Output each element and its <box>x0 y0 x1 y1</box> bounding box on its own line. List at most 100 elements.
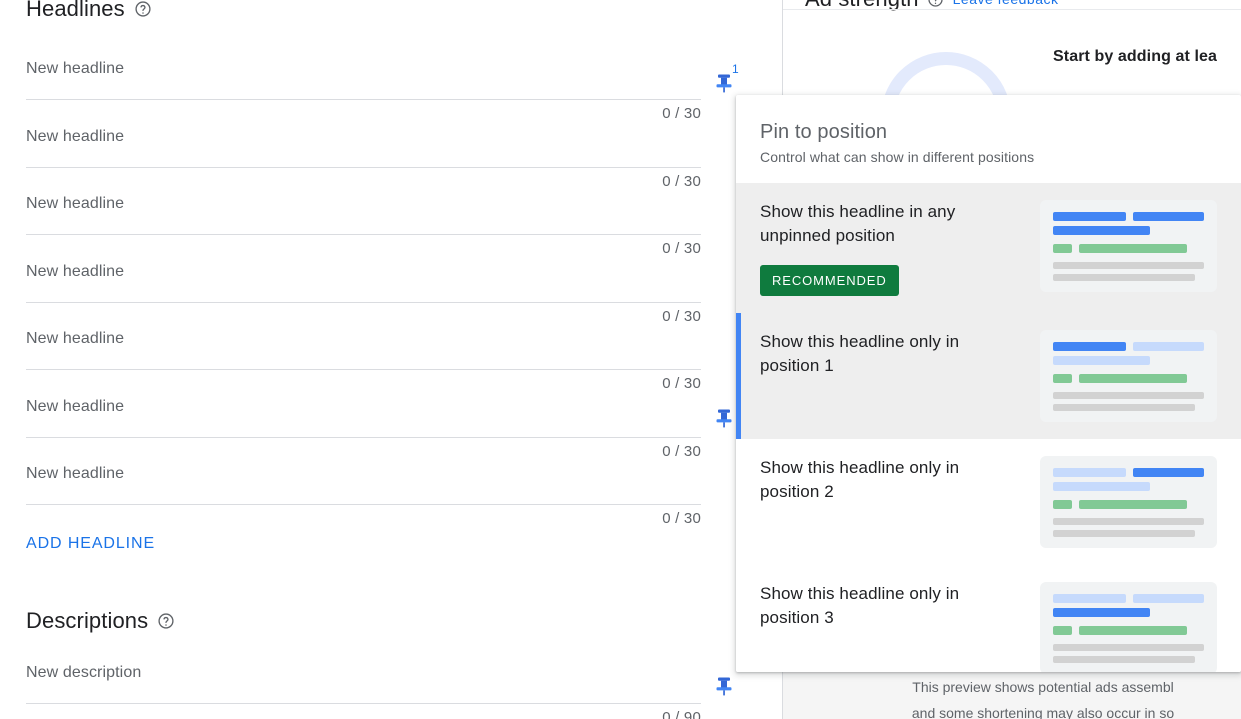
thumb-bar <box>1053 404 1195 411</box>
thumb-desc-row-1 <box>1053 644 1204 651</box>
thumb-bar <box>1133 594 1204 603</box>
help-circle-icon[interactable] <box>927 0 945 8</box>
headline-field-4[interactable]: New headline <box>26 263 701 281</box>
thumb-bar <box>1079 626 1187 635</box>
thumb-headline-row-2 <box>1053 608 1204 617</box>
field-underline <box>26 369 701 370</box>
thumb-bar <box>1079 500 1187 509</box>
descriptions-title: Descriptions <box>26 608 148 634</box>
help-circle-icon[interactable] <box>134 0 152 18</box>
headline-placeholder: New headline <box>26 60 701 78</box>
headline-field-3[interactable]: New headline <box>26 195 701 213</box>
headline-field-6[interactable]: New headline <box>26 398 701 416</box>
menu-item-unpinned[interactable]: Show this headline in any unpinned posit… <box>736 183 1241 313</box>
thumb-desc-row-2 <box>1053 404 1204 411</box>
thumb-desc-row-1 <box>1053 262 1204 269</box>
thumb-headline-row-2 <box>1053 482 1204 491</box>
ad-strength-header: Ad strength Leave feedback <box>805 0 1058 12</box>
field-underline <box>26 437 701 438</box>
field-underline <box>26 99 701 100</box>
thumb-bar <box>1053 392 1204 399</box>
headline-counter-7: 0 / 30 <box>621 510 701 527</box>
field-underline <box>26 703 701 704</box>
thumb-desc-row-1 <box>1053 392 1204 399</box>
headline-placeholder: New headline <box>26 398 701 416</box>
thumb-url-row <box>1053 244 1204 253</box>
pin-menu-title: Pin to position <box>760 121 1217 144</box>
thumb-bar <box>1053 608 1150 617</box>
headline-field-5[interactable]: New headline <box>26 330 701 348</box>
ad-layout-thumbnail-position-3 <box>1040 582 1217 672</box>
thumb-bar <box>1053 374 1072 383</box>
description-counter-1: 0 / 90 <box>621 709 701 719</box>
thumb-bar <box>1133 212 1204 221</box>
menu-item-position-1[interactable]: Show this headline only in position 1 <box>736 313 1241 439</box>
menu-item-label: Show this headline only in position 2 <box>760 456 1000 504</box>
thumb-desc-row-2 <box>1053 656 1204 663</box>
thumb-url-row <box>1053 500 1204 509</box>
app-root: Headlines New headline 0 / 30 New headli… <box>0 0 1241 719</box>
preview-disclaimer: This preview shows potential ads assembl… <box>783 664 1241 719</box>
pin-icon-headline-1[interactable]: 1 <box>714 72 734 94</box>
menu-item-label: Show this headline in any unpinned posit… <box>760 200 1000 248</box>
headline-field-1[interactable]: New headline <box>26 60 701 78</box>
thumb-desc-row-1 <box>1053 518 1204 525</box>
headline-counter-6: 0 / 30 <box>621 443 701 460</box>
preview-disclaimer-line-2: and some shortening may also occur in so <box>845 700 1241 719</box>
ad-strength-title: Ad strength <box>805 0 919 12</box>
headline-placeholder: New headline <box>26 195 701 213</box>
thumb-bar <box>1053 530 1195 537</box>
thumb-bar <box>1053 244 1072 253</box>
headline-counter-3: 0 / 30 <box>621 240 701 257</box>
ad-layout-thumbnail-position-1 <box>1040 330 1217 422</box>
thumb-bar <box>1053 342 1126 351</box>
pin-icon-headline-6[interactable] <box>714 407 734 429</box>
field-underline <box>26 504 701 505</box>
leave-feedback-link[interactable]: Leave feedback <box>953 0 1059 7</box>
headline-placeholder: New headline <box>26 128 701 146</box>
thumb-bar <box>1053 212 1126 221</box>
thumb-bar <box>1053 656 1195 663</box>
headline-counter-1: 0 / 30 <box>621 105 701 122</box>
pin-to-position-menu[interactable]: Pin to position Control what can show in… <box>736 95 1241 672</box>
thumb-headline-row-1 <box>1053 212 1204 221</box>
description-placeholder: New description <box>26 664 701 682</box>
headline-field-2[interactable]: New headline <box>26 128 701 146</box>
thumb-bar <box>1133 342 1204 351</box>
description-field-1[interactable]: New description <box>26 664 701 682</box>
field-underline <box>26 167 701 168</box>
recommended-badge: RECOMMENDED <box>760 265 899 296</box>
ad-layout-thumbnail-position-2 <box>1040 456 1217 548</box>
thumb-headline-row-1 <box>1053 594 1204 603</box>
menu-item-text: Show this headline only in position 1 <box>760 330 1040 378</box>
thumb-bar <box>1053 482 1150 491</box>
headline-field-7[interactable]: New headline <box>26 465 701 483</box>
ad-layout-thumbnail-unpinned <box>1040 200 1217 292</box>
thumb-url-row <box>1053 626 1204 635</box>
pin-menu-header: Pin to position Control what can show in… <box>736 95 1241 183</box>
ad-strength-message: Start by adding at lea <box>1053 48 1217 66</box>
add-headline-button[interactable]: ADD HEADLINE <box>26 535 155 553</box>
headline-placeholder: New headline <box>26 263 701 281</box>
field-underline <box>26 302 701 303</box>
thumb-headline-row-2 <box>1053 356 1204 365</box>
thumb-bar <box>1133 468 1204 477</box>
menu-item-label: Show this headline only in position 1 <box>760 330 1000 378</box>
thumb-bar <box>1053 594 1126 603</box>
thumb-bar <box>1053 518 1204 525</box>
thumb-headline-row-1 <box>1053 468 1204 477</box>
thumb-bar <box>1053 226 1150 235</box>
descriptions-section-header: Descriptions <box>26 608 175 634</box>
headline-placeholder: New headline <box>26 330 701 348</box>
thumb-bar <box>1053 626 1072 635</box>
help-circle-icon[interactable] <box>157 612 175 630</box>
ad-content-panel: Headlines New headline 0 / 30 New headli… <box>0 0 783 719</box>
pin-icon-description-1[interactable] <box>714 675 734 697</box>
menu-item-position-2[interactable]: Show this headline only in position 2 <box>736 439 1241 565</box>
headline-counter-4: 0 / 30 <box>621 308 701 325</box>
thumb-bar <box>1053 468 1126 477</box>
thumb-bar <box>1053 356 1150 365</box>
menu-item-position-3[interactable]: Show this headline only in position 3 <box>736 565 1241 672</box>
thumb-bar <box>1079 374 1187 383</box>
pin-menu-subtitle: Control what can show in different posit… <box>760 149 1217 165</box>
